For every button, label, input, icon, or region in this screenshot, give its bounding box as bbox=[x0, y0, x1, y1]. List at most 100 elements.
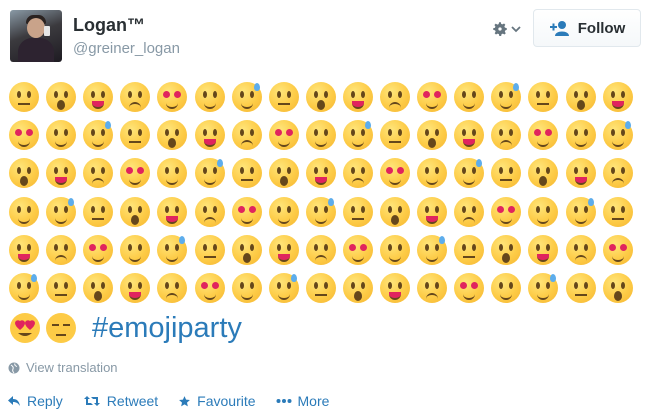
avatar-phone bbox=[44, 26, 50, 36]
emoji-face bbox=[46, 197, 76, 227]
emoji-face bbox=[269, 197, 299, 227]
globe-icon bbox=[8, 362, 20, 373]
emoji-eye bbox=[324, 206, 328, 213]
emoji-eye bbox=[203, 91, 207, 98]
follow-label: Follow bbox=[577, 19, 626, 37]
emoji-face bbox=[83, 235, 113, 265]
emoji-eye bbox=[536, 91, 540, 98]
avatar[interactable] bbox=[10, 10, 62, 62]
emoji-eye bbox=[89, 244, 96, 251]
emoji-eye bbox=[611, 206, 615, 213]
emoji-mouth bbox=[55, 139, 67, 147]
emoji-eye bbox=[27, 91, 31, 98]
emoji-mouth bbox=[539, 176, 547, 186]
emoji-mouth bbox=[537, 216, 549, 224]
emoji-face bbox=[528, 158, 558, 188]
emoji-face bbox=[269, 273, 299, 303]
emoji-eye bbox=[213, 167, 217, 174]
emoji-face bbox=[232, 158, 262, 188]
user-actions-dropdown[interactable] bbox=[491, 19, 525, 39]
emoji-eye bbox=[609, 244, 616, 251]
emoji-mouth bbox=[166, 101, 178, 109]
user-handle[interactable]: @greiner_logan bbox=[73, 40, 180, 57]
emoji-face bbox=[269, 235, 299, 265]
emoji-eye bbox=[472, 91, 476, 98]
emoji-eye bbox=[240, 282, 244, 289]
emoji-mouth bbox=[278, 103, 290, 105]
emoji-eye bbox=[425, 167, 429, 174]
emoji-face bbox=[306, 235, 336, 265]
emoji-mouth bbox=[278, 292, 290, 300]
emoji-eye bbox=[17, 244, 21, 251]
emoji-mouth bbox=[391, 215, 399, 225]
emoji-eye bbox=[435, 206, 439, 213]
emoji-face bbox=[417, 82, 447, 112]
emoji-eye bbox=[472, 206, 476, 213]
reply-button[interactable]: Reply bbox=[7, 393, 63, 409]
retweet-button[interactable]: Retweet bbox=[83, 393, 158, 409]
emoji-sweat-drop bbox=[328, 198, 334, 206]
emoji-eye bbox=[17, 206, 21, 213]
emoji-eye bbox=[534, 129, 541, 136]
emoji-mouth bbox=[166, 216, 178, 224]
emoji-eye bbox=[91, 206, 95, 213]
emoji-eye bbox=[64, 129, 68, 136]
avatar-body bbox=[18, 38, 54, 62]
emoji-face bbox=[120, 158, 150, 188]
emoji-face bbox=[603, 82, 633, 112]
emoji-eye bbox=[460, 282, 467, 289]
emoji-eye bbox=[462, 129, 466, 136]
emoji-eye bbox=[314, 91, 318, 98]
follow-button[interactable]: Follow bbox=[533, 9, 641, 47]
emoji-face bbox=[528, 82, 558, 112]
emoji-mouth bbox=[18, 216, 30, 224]
emoji-sweat-drop bbox=[513, 83, 519, 91]
emoji-eye bbox=[287, 282, 291, 289]
emoji-eye bbox=[17, 282, 21, 289]
emoji-eye bbox=[26, 129, 33, 136]
emoji-eye bbox=[203, 167, 207, 174]
user-name[interactable]: Logan™ bbox=[73, 15, 145, 36]
emoji-eye bbox=[584, 91, 588, 98]
emoji-face bbox=[269, 82, 299, 112]
emoji-mouth bbox=[426, 254, 438, 262]
emoji-eye bbox=[351, 129, 355, 136]
emoji-face bbox=[9, 197, 39, 227]
emoji-sweat-drop bbox=[625, 121, 631, 129]
emoji-mouth bbox=[500, 101, 512, 109]
emoji-eye bbox=[165, 167, 169, 174]
emoji-eye bbox=[175, 129, 179, 136]
emoji-face bbox=[157, 158, 187, 188]
emoji-face bbox=[343, 235, 373, 265]
favourite-button[interactable]: Favourite bbox=[178, 393, 256, 409]
emoji-face bbox=[528, 235, 558, 265]
view-translation[interactable]: View translation bbox=[8, 360, 118, 375]
emoji-eye bbox=[165, 244, 169, 251]
emoji-eye bbox=[425, 244, 429, 251]
emoji-eye bbox=[361, 91, 365, 98]
emoji-eye bbox=[128, 91, 132, 98]
emoji-mouth bbox=[389, 177, 401, 185]
emoji-eye bbox=[611, 91, 615, 98]
emoji-eye bbox=[361, 282, 365, 289]
tweet-actions: Reply Retweet Favourite More bbox=[7, 393, 329, 409]
hashtag-link[interactable]: #emojiparty bbox=[92, 312, 242, 345]
emoji-mouth bbox=[315, 294, 327, 296]
emoji-face bbox=[46, 120, 76, 150]
emoji-face bbox=[603, 273, 633, 303]
emoji-face bbox=[528, 197, 558, 227]
emoji-eye bbox=[175, 167, 179, 174]
chevron-down-icon bbox=[511, 26, 521, 33]
emoji-sweat-drop bbox=[105, 121, 111, 129]
emoji-eye bbox=[101, 167, 105, 174]
emoji-mouth bbox=[500, 140, 512, 148]
emoji-mouth bbox=[612, 218, 624, 220]
emoji-sweat-drop bbox=[254, 83, 260, 91]
emoji-face bbox=[491, 82, 521, 112]
emoji-face bbox=[83, 120, 113, 150]
more-button[interactable]: More bbox=[276, 393, 329, 409]
emoji-face bbox=[195, 235, 225, 265]
emoji-eye bbox=[128, 282, 132, 289]
emoji-mouth bbox=[241, 292, 253, 300]
emoji-mouth bbox=[537, 254, 549, 262]
